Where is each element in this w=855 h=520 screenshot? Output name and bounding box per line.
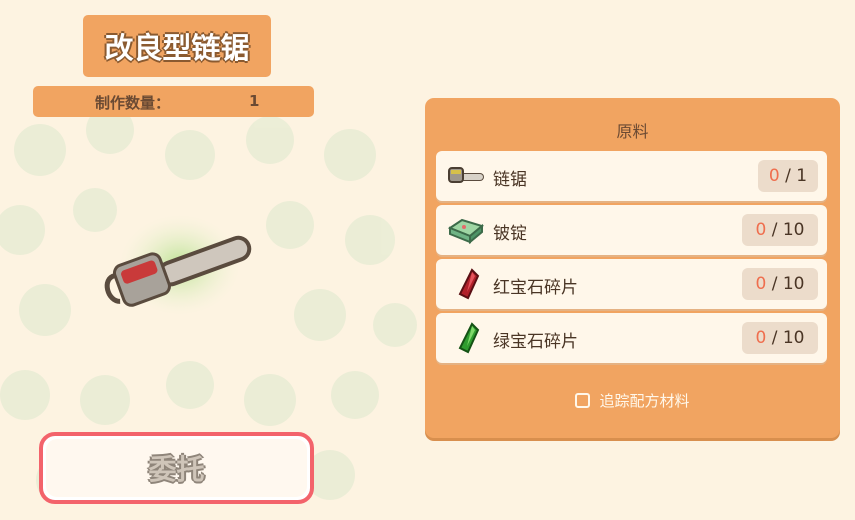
material-count-have: 0: [755, 220, 767, 240]
craft-quantity-label: 制作数量：: [95, 94, 171, 112]
ingot-icon: [447, 218, 485, 245]
material-label: 绿宝石碎片: [493, 332, 578, 352]
item-title: 改良型链锯: [104, 31, 250, 65]
materials-title: 原料: [616, 122, 649, 141]
material-count-have: 0: [755, 328, 767, 348]
material-label: 红宝石碎片: [493, 278, 578, 298]
track-recipe-label[interactable]: 追踪配方材料: [599, 390, 689, 411]
commission-button[interactable]: 委托: [39, 432, 314, 504]
chainsaw-icon: [448, 167, 484, 183]
material-count: 0 / 10: [742, 214, 818, 246]
material-count-have: 0: [755, 274, 767, 294]
craft-quantity-bar: 制作数量： 1: [33, 86, 314, 117]
material-count: 0 / 10: [742, 322, 818, 354]
track-recipe-checkbox[interactable]: [575, 393, 591, 408]
material-row-emerald: 绿宝石碎片 0 / 10: [436, 313, 827, 363]
item-title-banner: 改良型链锯: [83, 15, 271, 77]
ruby-shard-icon: [458, 268, 480, 300]
material-count-need: / 1: [785, 166, 808, 186]
material-count: 0 / 1: [758, 160, 818, 192]
commission-button-label[interactable]: 委托: [148, 448, 204, 488]
material-count-need: / 10: [771, 220, 805, 240]
material-label: 铍锭: [493, 224, 527, 244]
material-row-chainsaw: 链锯 0 / 1: [436, 151, 827, 201]
material-count-have: 0: [768, 166, 780, 186]
material-row-ingot: 铍锭 0 / 10: [436, 205, 827, 255]
chainsaw-icon: [104, 215, 252, 315]
material-count-need: / 10: [771, 274, 805, 294]
materials-panel: 原料 链锯 0 / 1 铍锭 0 / 10 红宝石碎片 0 / 10 绿宝石碎片…: [425, 98, 840, 438]
emerald-shard-icon: [458, 322, 480, 354]
material-row-ruby: 红宝石碎片 0 / 10: [436, 259, 827, 309]
track-recipe-toggle[interactable]: 追踪配方材料: [425, 390, 840, 411]
craft-quantity-value: 1: [249, 92, 260, 110]
material-count: 0 / 10: [742, 268, 818, 300]
material-count-need: / 10: [771, 328, 805, 348]
material-label: 链锯: [493, 170, 527, 190]
